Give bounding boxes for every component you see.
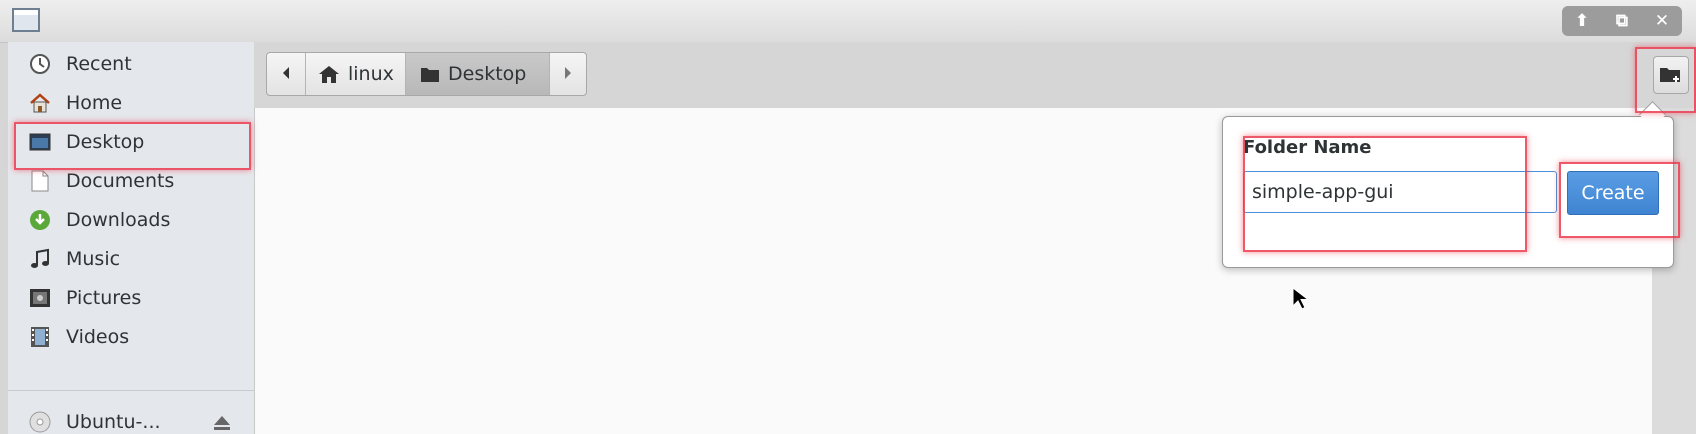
close-icon[interactable]: ✕ [1647, 11, 1677, 31]
sidebar-item-videos[interactable]: Videos [8, 317, 254, 357]
create-folder-button[interactable] [1653, 56, 1689, 94]
places-sidebar: Recent Home Desktop Documents Downloads [8, 42, 255, 434]
mouse-pointer-icon [1292, 286, 1310, 315]
downloads-icon [28, 208, 52, 232]
folder-name-label: Folder Name [1243, 137, 1372, 158]
folder-icon [420, 65, 440, 83]
new-folder-popover: Folder Name Create [1222, 116, 1674, 268]
sidebar-item-label: Recent [66, 53, 132, 75]
sidebar-item-label: Downloads [66, 209, 171, 231]
sidebar-item-home[interactable]: Home [8, 83, 254, 123]
videos-icon [28, 325, 52, 349]
window-controls: ⬆ ⧉ ✕ [1562, 6, 1682, 36]
window-icon [12, 8, 40, 32]
new-folder-icon [1659, 65, 1683, 85]
sidebar-item-label: Home [66, 92, 123, 114]
path-toolbar: linux Desktop [254, 42, 1696, 108]
path-segment-label: Desktop [448, 63, 527, 85]
home-icon [318, 64, 340, 84]
recent-icon [28, 52, 52, 76]
home-icon [28, 91, 52, 115]
path-segment-desktop[interactable]: Desktop [406, 53, 550, 95]
pictures-icon [28, 286, 52, 310]
move-up-icon[interactable]: ⬆ [1567, 11, 1597, 31]
sidebar-item-downloads[interactable]: Downloads [8, 200, 254, 240]
disc-icon [28, 410, 52, 434]
sidebar-item-label: Pictures [66, 287, 142, 309]
path-segment-label: linux [348, 63, 394, 85]
sidebar-item-music[interactable]: Music [8, 239, 254, 279]
sidebar-item-recent[interactable]: Recent [8, 44, 254, 84]
chevron-left-icon [281, 63, 291, 85]
music-icon [28, 247, 52, 271]
sidebar-item-desktop[interactable]: Desktop [8, 122, 254, 162]
sidebar-item-label: Desktop [66, 131, 145, 153]
title-bar: ⬆ ⧉ ✕ [0, 0, 1696, 43]
sidebar-separator [8, 390, 254, 391]
path-segment-linux[interactable]: linux [306, 53, 406, 95]
documents-icon [28, 169, 52, 193]
folder-name-input[interactable] [1243, 171, 1557, 213]
sidebar-item-ubuntu-disc[interactable]: Ubuntu-... [8, 402, 254, 434]
desktop-icon [28, 130, 52, 154]
sidebar-item-pictures[interactable]: Pictures [8, 278, 254, 318]
path-forward-button[interactable] [550, 53, 586, 95]
file-chooser-window: ⬆ ⧉ ✕ Recent Home Desktop Documents Down… [0, 0, 1696, 434]
sidebar-item-label: Ubuntu-... [66, 411, 161, 433]
path-bar: linux Desktop [266, 52, 587, 96]
sidebar-item-label: Videos [66, 326, 130, 348]
path-back-button[interactable] [267, 53, 306, 95]
eject-icon[interactable] [212, 414, 232, 434]
sidebar-item-label: Documents [66, 170, 175, 192]
sidebar-item-documents[interactable]: Documents [8, 161, 254, 201]
create-button[interactable]: Create [1567, 171, 1659, 215]
chevron-right-icon [563, 63, 573, 85]
restore-icon[interactable]: ⧉ [1607, 11, 1637, 31]
sidebar-item-label: Music [66, 248, 121, 270]
